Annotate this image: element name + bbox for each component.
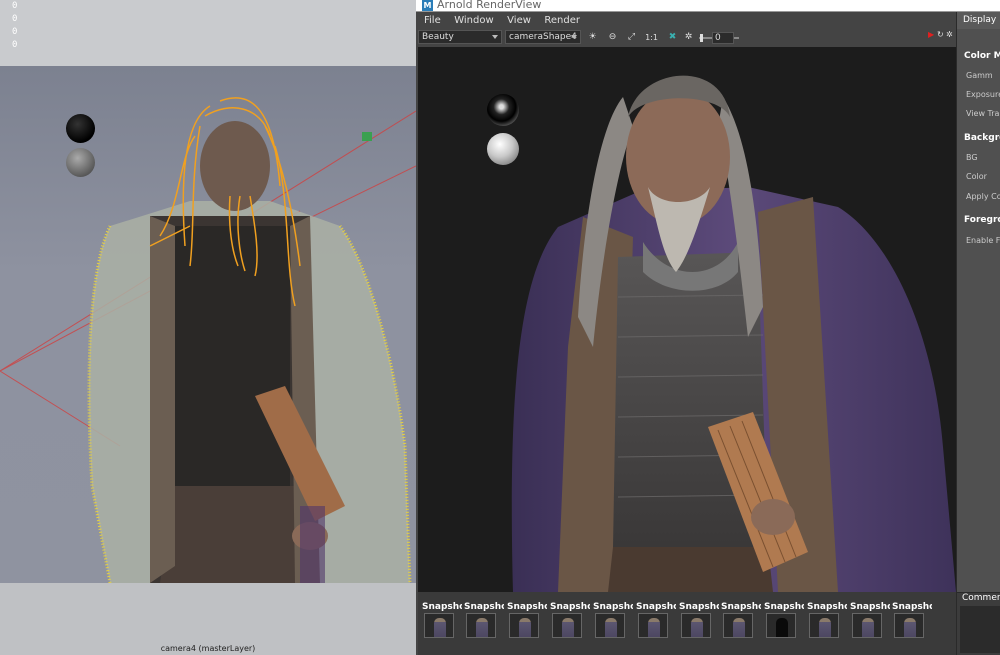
snapshot-image	[766, 613, 796, 638]
chevron-down-icon	[571, 35, 577, 39]
field-gamma: Gamm	[966, 71, 993, 80]
section-background[interactable]: Backgrou	[964, 133, 1000, 143]
render-controls: ▶ ↻ ✲	[928, 30, 956, 42]
snapshot-image	[552, 613, 582, 638]
refresh-icon[interactable]: ↻	[937, 30, 944, 39]
display-panel: Display Color Ma Gamm Exposure View Tran…	[956, 12, 1000, 655]
field-enable-fg: Enable FG	[966, 236, 1000, 245]
snapshot-label: Snapshot	[679, 602, 719, 612]
camera-dropdown[interactable]: cameraShape4	[505, 30, 581, 44]
exposure-value-field[interactable]: 0	[712, 32, 734, 44]
snapshot-label: Snapshot	[850, 602, 890, 612]
chevron-down-icon	[492, 35, 498, 39]
menu-view[interactable]: View	[502, 12, 536, 28]
menubar: File Window View Render	[416, 12, 956, 29]
renderview-toolbar: Beauty cameraShape4 ☀ ⊖ ⤢ 1:1 ✖ ✲ 0	[416, 29, 956, 47]
snapshot-image	[466, 613, 496, 638]
snapshot-image	[509, 613, 539, 638]
snapshot-thumbnail[interactable]: Snapshot	[679, 602, 719, 638]
snapshot-label: Snapshot	[721, 602, 761, 612]
snapshot-label: Snapshot	[892, 602, 932, 612]
snapshot-image	[638, 613, 668, 638]
field-apply-color: Apply Co	[966, 192, 1000, 201]
comment-input[interactable]	[960, 606, 1000, 653]
comment-label: Comment	[962, 593, 1000, 603]
menu-render[interactable]: Render	[539, 12, 585, 28]
viewport-hud: 0 0 0 0	[12, 0, 17, 52]
arnold-renderview-window: M Arnold RenderView File Window View Ren…	[416, 0, 1000, 655]
snapshot-thumbnail[interactable]: Snapshot	[464, 602, 504, 638]
camera-dropdown-value: cameraShape4	[509, 32, 577, 42]
crop-region-icon[interactable]: ✖	[666, 31, 679, 44]
window-title: Arnold RenderView	[437, 0, 542, 11]
snapshot-thumbnail[interactable]: Snapshot	[593, 602, 633, 638]
snapshot-thumbnail[interactable]: Snapshot	[550, 602, 590, 638]
tab-display[interactable]: Display	[957, 12, 1000, 29]
sun-icon[interactable]: ☀	[586, 31, 599, 44]
render-image[interactable]	[418, 47, 956, 592]
window-titlebar[interactable]: M Arnold RenderView	[416, 0, 1000, 12]
snapshot-image	[852, 613, 882, 638]
snapshot-image	[595, 613, 625, 638]
snapshot-strip: Snapshot Snapshot Snapshot Snapshot Snap…	[418, 592, 956, 655]
hud-value: 0	[12, 40, 18, 50]
snapshot-image	[681, 613, 711, 638]
comment-section: Comment	[957, 592, 1000, 655]
snapshot-label: Snapshot	[507, 602, 547, 612]
maya-viewport[interactable]: 0 0 0 0 camera4 (masterLayer)	[0, 0, 416, 655]
snapshot-image	[894, 613, 924, 638]
hud-value: 0	[12, 27, 18, 37]
snapshot-label: Snapshot	[807, 602, 847, 612]
snapshot-thumbnail[interactable]: Snapshot	[764, 602, 804, 638]
field-exposure: Exposure	[966, 90, 1000, 99]
snapshot-thumbnail[interactable]: Snapshot	[507, 602, 547, 638]
exposure-gear-icon[interactable]: ✲	[682, 31, 695, 44]
aov-dropdown[interactable]: Beauty	[418, 30, 502, 44]
snapshot-image	[424, 613, 454, 638]
snapshot-thumbnail[interactable]: Snapshot	[636, 602, 676, 638]
menu-window[interactable]: Window	[449, 12, 498, 28]
menu-file[interactable]: File	[419, 12, 446, 28]
snapshot-thumbnail[interactable]: Snapshot	[807, 602, 847, 638]
aov-dropdown-value: Beauty	[422, 32, 454, 42]
display-settings: Color Ma Gamm Exposure View Tran Backgro…	[957, 29, 1000, 592]
snapshot-label: Snapshot	[593, 602, 633, 612]
snapshot-label: Snapshot	[636, 602, 676, 612]
field-color: Color	[966, 172, 987, 181]
snapshot-image	[723, 613, 753, 638]
camera-label: camera4 (masterLayer)	[160, 644, 256, 653]
render-play-icon[interactable]: ▶	[928, 30, 934, 39]
slider-handle[interactable]	[700, 34, 703, 42]
viewport-scene[interactable]	[0, 66, 416, 583]
rendered-character	[511, 75, 956, 592]
snapshot-thumbnail[interactable]: Snapshot	[850, 602, 890, 638]
field-view-transform: View Tran	[966, 109, 1000, 118]
snapshot-thumbnail[interactable]: Snapshot	[892, 602, 932, 638]
one-to-one-button[interactable]: 1:1	[645, 31, 658, 44]
snapshot-image	[809, 613, 839, 638]
snapshot-thumbnail[interactable]: Snapshot	[422, 602, 462, 638]
settings-gear-icon[interactable]: ✲	[946, 30, 953, 39]
section-color-management[interactable]: Color Ma	[964, 51, 1000, 61]
snapshot-label: Snapshot	[464, 602, 504, 612]
snapshot-label: Snapshot	[422, 602, 462, 612]
snapshot-label: Snapshot	[764, 602, 804, 612]
snapshot-label: Snapshot	[550, 602, 590, 612]
hud-value: 0	[12, 14, 18, 24]
fit-frame-icon[interactable]: ⤢	[625, 31, 638, 44]
field-bg: BG	[966, 153, 978, 162]
maya-app-icon: M	[422, 0, 433, 11]
minus-circle-icon[interactable]: ⊖	[606, 31, 619, 44]
snapshot-thumbnail[interactable]: Snapshot	[721, 602, 761, 638]
section-foreground[interactable]: Foregroun	[964, 215, 1000, 225]
hud-value: 0	[12, 1, 18, 11]
viewport-character-model	[0, 97, 416, 583]
